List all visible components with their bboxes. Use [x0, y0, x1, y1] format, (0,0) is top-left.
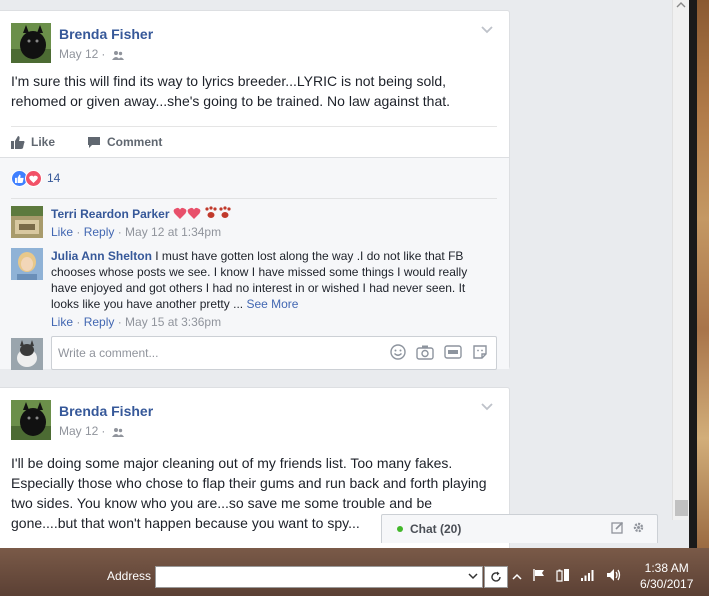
post-text: I'm sure this will find its way to lyric…: [11, 73, 451, 109]
commenter-name[interactable]: Julia Ann Shelton: [51, 249, 152, 263]
comment-timestamp[interactable]: May 15 at 3:36pm: [125, 315, 221, 329]
network-signal-icon[interactable]: [580, 568, 596, 585]
friends-audience-icon[interactable]: [111, 426, 124, 440]
online-status-dot: [397, 526, 403, 532]
commenter-avatar[interactable]: [11, 248, 43, 280]
gif-icon[interactable]: [444, 344, 462, 363]
comment-footer: Like · Reply · May 12 at 1:34pm: [51, 225, 222, 239]
chat-bar[interactable]: Chat (20): [381, 514, 658, 543]
author-name[interactable]: Brenda Fisher: [59, 403, 153, 419]
refresh-icon: [491, 571, 501, 582]
emoji-icon[interactable]: [390, 344, 406, 363]
thumbs-up-icon: [11, 136, 25, 149]
clock-date: 6/30/2017: [640, 577, 694, 591]
post-actions: Like Comment: [11, 126, 497, 159]
post-header: Brenda Fisher May 12 ·: [11, 400, 491, 440]
new-message-icon[interactable]: [611, 521, 624, 537]
see-more-link[interactable]: See More: [246, 297, 298, 311]
camera-icon[interactable]: [416, 344, 434, 363]
address-input[interactable]: [155, 566, 483, 588]
gear-icon[interactable]: [632, 521, 645, 537]
taskbar-clock[interactable]: 1:38 AM 6/30/2017: [640, 560, 693, 592]
post-meta: May 12 ·: [59, 47, 124, 63]
love-reaction-icon: [25, 170, 42, 187]
heart-emoji-icon: [173, 207, 187, 221]
post-card: Brenda Fisher May 12 · I'm sure this will…: [0, 10, 510, 370]
comment-input-tools: [390, 344, 488, 363]
reactions-row: 14: [11, 168, 497, 199]
comment-button[interactable]: Comment: [87, 135, 573, 149]
comment-timestamp[interactable]: May 12 at 1:34pm: [125, 225, 221, 239]
system-tray: [512, 568, 622, 585]
post-date[interactable]: May 12: [59, 47, 98, 61]
like-button[interactable]: Like: [11, 135, 55, 149]
current-user-avatar: [11, 338, 43, 370]
windows-taskbar: Address 1:38 AM 6/30/2017: [0, 548, 709, 596]
like-label: Like: [31, 135, 56, 149]
comment-reply-link[interactable]: Reply: [84, 315, 115, 329]
action-center-flag-icon[interactable]: [532, 568, 546, 585]
comment-like-link[interactable]: Like: [51, 315, 73, 329]
chevron-down-icon[interactable]: [468, 570, 478, 582]
comment-footer: Like · Reply · May 15 at 3:36pm: [51, 315, 222, 329]
show-hidden-icons-chevron-icon[interactable]: [512, 570, 522, 584]
comment-body: Terri Reardon Parker Like · Reply · May …: [51, 206, 491, 240]
volume-icon[interactable]: [606, 568, 622, 585]
heart-emoji-icon: [187, 207, 201, 221]
friends-audience-icon[interactable]: [111, 49, 124, 63]
paw-print-icon: [204, 206, 218, 221]
comment-like-link[interactable]: Like: [51, 225, 73, 239]
reaction-icons[interactable]: [11, 170, 42, 187]
sticker-icon[interactable]: [472, 344, 488, 363]
news-feed: Brenda Fisher May 12 · I'm sure this will…: [0, 0, 672, 548]
author-avatar[interactable]: [11, 400, 51, 440]
clock-time: 1:38 AM: [644, 561, 689, 575]
post-header: Brenda Fisher May 12 ·: [11, 23, 491, 63]
post-meta: May 12 ·: [59, 424, 124, 440]
paw-print-icon: [218, 206, 232, 221]
author-avatar[interactable]: [11, 23, 51, 63]
refresh-button[interactable]: [484, 566, 508, 588]
write-comment-row: Write a comment...: [11, 336, 497, 370]
comment-input[interactable]: Write a comment...: [51, 336, 497, 370]
address-label: Address: [107, 569, 152, 583]
scrollbar-thumb[interactable]: [675, 500, 688, 516]
comment-input-placeholder: Write a comment...: [58, 346, 159, 360]
post-options-chevron-icon[interactable]: [481, 23, 493, 37]
comment-reply-link[interactable]: Reply: [84, 225, 115, 239]
reaction-count[interactable]: 14: [47, 171, 60, 185]
comment-bubble-icon: [88, 136, 100, 148]
chat-tools: [611, 521, 645, 537]
author-name[interactable]: Brenda Fisher: [59, 26, 153, 42]
post-date[interactable]: May 12: [59, 424, 98, 438]
scroll-up-arrow-icon[interactable]: [676, 0, 686, 10]
commenter-name[interactable]: Terri Reardon Parker: [51, 207, 170, 221]
commenter-avatar[interactable]: [11, 206, 43, 238]
comments-section: 14 Terri Reardon Parker Like · Reply · M: [0, 157, 509, 370]
vertical-scrollbar[interactable]: [672, 0, 690, 520]
post-options-chevron-icon[interactable]: [481, 400, 493, 414]
chat-label: Chat (20): [410, 522, 462, 536]
comment-body: Julia Ann Shelton I must have gotten los…: [51, 248, 491, 330]
battery-icon[interactable]: [556, 568, 570, 585]
comment-label: Comment: [107, 135, 163, 149]
window-edge: [689, 0, 697, 548]
